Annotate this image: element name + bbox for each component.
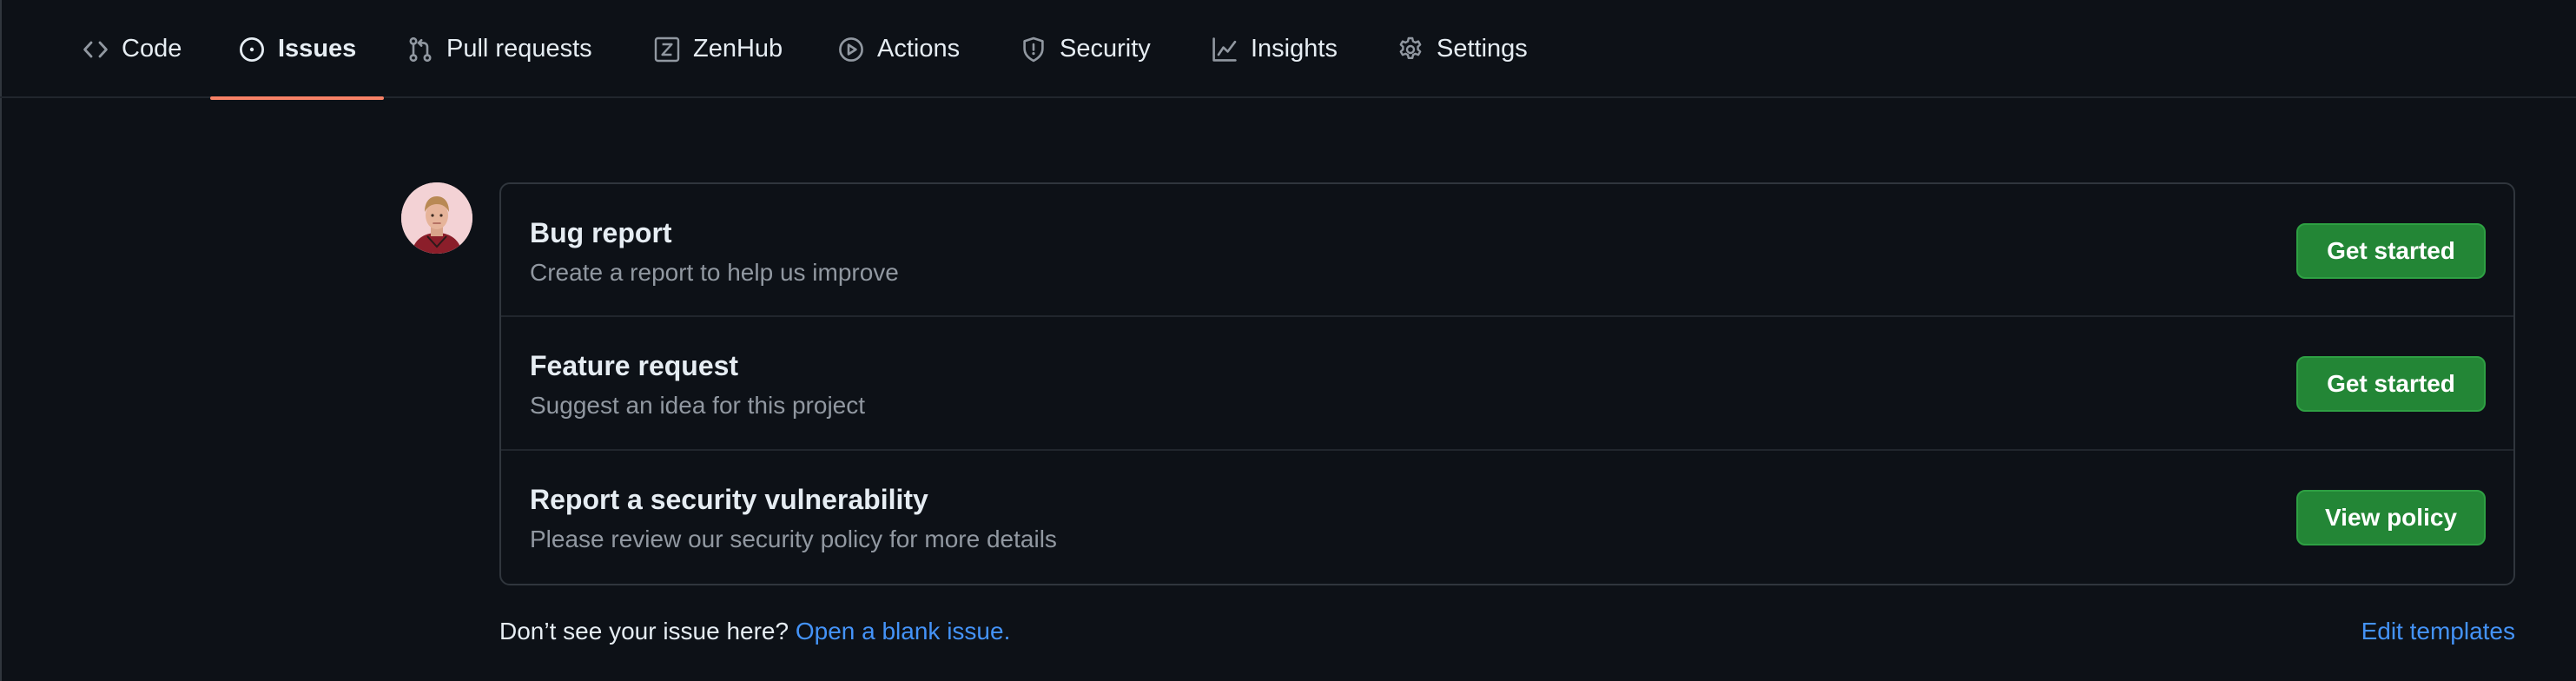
template-title: Report a security vulnerability bbox=[530, 483, 928, 515]
tab-security[interactable]: Security bbox=[992, 0, 1179, 98]
blank-issue-prompt: Don’t see your issue here? Open a blank … bbox=[499, 618, 1010, 645]
blank-issue-prompt-text: Don’t see your issue here? bbox=[499, 618, 789, 645]
tab-settings[interactable]: Settings bbox=[1369, 0, 1556, 98]
tab-actions-label: Actions bbox=[877, 35, 961, 63]
code-icon bbox=[82, 36, 109, 63]
tab-zenhub-label: ZenHub bbox=[693, 35, 783, 63]
tab-code[interactable]: Code bbox=[54, 0, 209, 98]
zenhub-icon bbox=[653, 36, 681, 63]
tab-security-label: Security bbox=[1060, 35, 1151, 63]
graph-icon bbox=[1211, 36, 1238, 63]
tab-actions[interactable]: Actions bbox=[809, 0, 987, 98]
git-pull-request-icon bbox=[406, 36, 434, 63]
template-description: Create a report to help us improve bbox=[530, 259, 899, 286]
shield-icon bbox=[1020, 36, 1047, 63]
tab-code-label: Code bbox=[122, 35, 182, 63]
tab-issues-label: Issues bbox=[278, 35, 357, 63]
view-policy-button[interactable]: View policy bbox=[2296, 489, 2486, 545]
open-blank-issue-link[interactable]: Open a blank issue. bbox=[796, 618, 1011, 645]
selected-tab-indicator bbox=[210, 96, 385, 100]
tab-insights[interactable]: Insights bbox=[1183, 0, 1365, 98]
repo-nav: Code Issues Pull requests ZenHub Actions… bbox=[0, 0, 2576, 100]
template-title: Feature request bbox=[530, 350, 739, 382]
tab-insights-label: Insights bbox=[1251, 35, 1338, 63]
gear-icon bbox=[1397, 36, 1424, 63]
template-row-feature-request: Feature request Suggest an idea for this… bbox=[501, 317, 2513, 451]
template-description: Please review our security policy for mo… bbox=[530, 525, 1057, 552]
issue-opened-icon bbox=[238, 36, 266, 63]
play-icon bbox=[837, 36, 865, 63]
template-row-security-vulnerability: Report a security vulnerability Please r… bbox=[501, 451, 2513, 584]
edit-templates-link[interactable]: Edit templates bbox=[2361, 618, 2515, 645]
tab-settings-label: Settings bbox=[1437, 35, 1528, 63]
template-row-bug-report: Bug report Create a report to help us im… bbox=[501, 184, 2513, 318]
get-started-button[interactable]: Get started bbox=[2296, 223, 2486, 279]
tab-pull-requests[interactable]: Pull requests bbox=[379, 0, 620, 98]
tab-issues[interactable]: Issues bbox=[210, 0, 385, 100]
template-title: Bug report bbox=[530, 217, 672, 248]
tab-zenhub[interactable]: ZenHub bbox=[625, 0, 810, 98]
template-description: Suggest an idea for this project bbox=[530, 392, 866, 420]
window-left-edge bbox=[0, 0, 2, 681]
tab-pull-requests-label: Pull requests bbox=[446, 35, 592, 63]
issue-template-list: Bug report Create a report to help us im… bbox=[499, 182, 2515, 585]
get-started-button[interactable]: Get started bbox=[2296, 356, 2486, 413]
avatar[interactable] bbox=[401, 182, 472, 254]
